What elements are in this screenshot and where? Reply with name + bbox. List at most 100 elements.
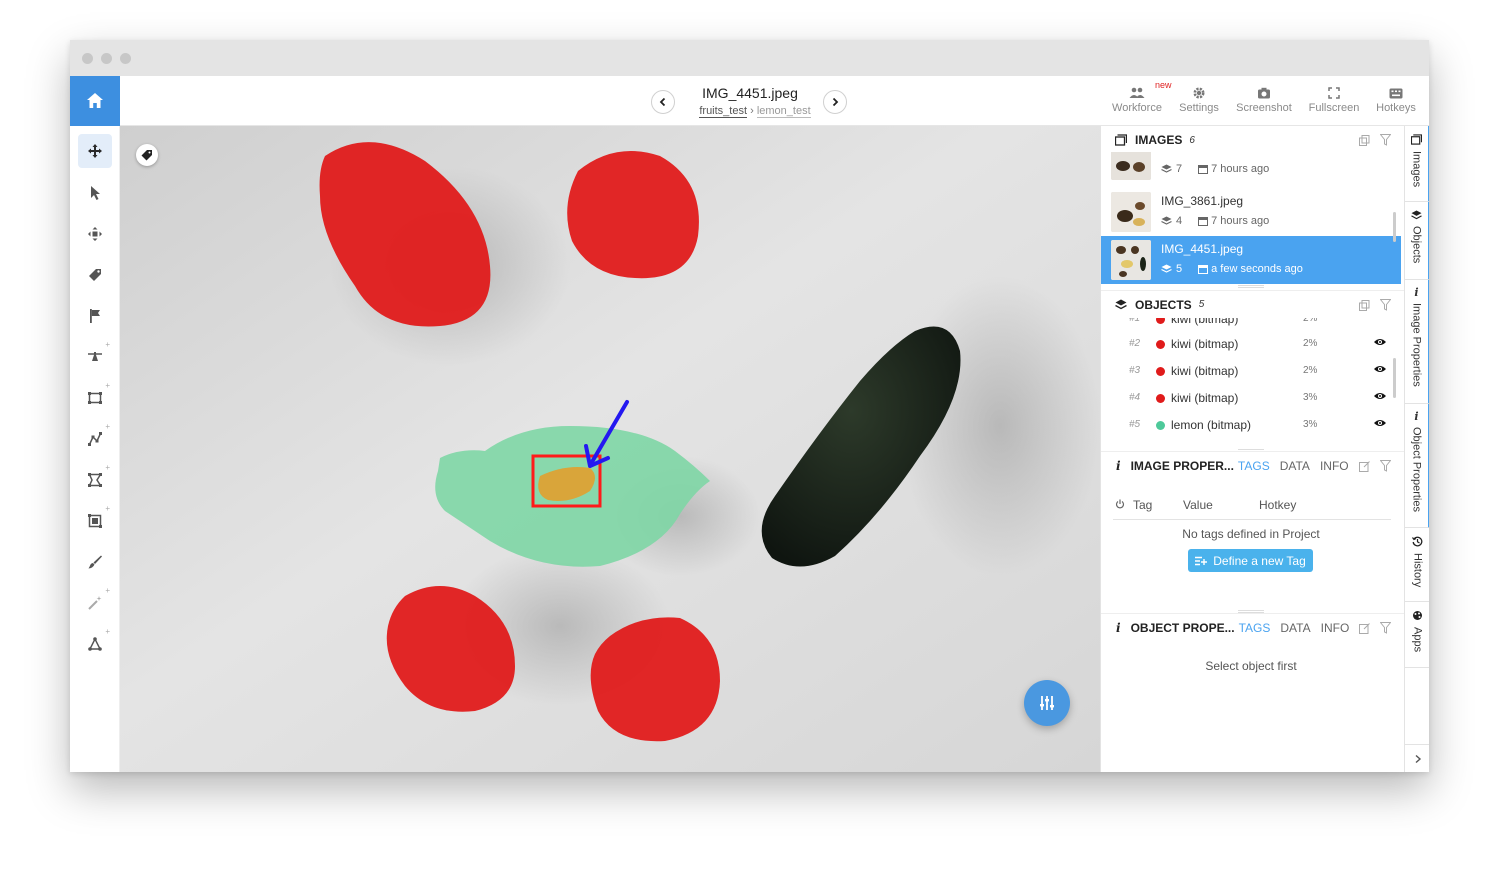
adjust-settings-button[interactable]: [1024, 680, 1070, 726]
copy-icon[interactable]: [1359, 300, 1370, 311]
collapse-panel-button[interactable]: [1405, 744, 1429, 772]
image-list-item[interactable]: 7 7 hours ago: [1101, 152, 1401, 184]
class-color-dot: [1156, 421, 1165, 430]
object-count: 5: [1176, 263, 1183, 275]
side-tab-objects[interactable]: Objects: [1405, 202, 1429, 280]
object-list-item[interactable]: #2 kiwi (bitmap) 2%: [1101, 331, 1401, 357]
keyboard-icon: [1389, 88, 1403, 98]
tab-tags[interactable]: TAGS: [1238, 459, 1270, 473]
side-tab-images[interactable]: Images: [1405, 126, 1429, 202]
side-tab-history[interactable]: History: [1405, 528, 1429, 602]
object-list-item[interactable]: #4 kiwi (bitmap) 3%: [1101, 385, 1401, 411]
polygon-icon: [88, 473, 102, 487]
visibility-eye-icon[interactable]: [1373, 418, 1387, 428]
tab-data[interactable]: DATA: [1280, 459, 1310, 473]
object-properties-header: i OBJECT PROPE... TAGS DATA INFO: [1101, 613, 1404, 641]
object-list-item[interactable]: #5 lemon (bitmap) 3%: [1101, 412, 1401, 438]
visibility-eye-icon[interactable]: [1373, 391, 1387, 401]
select-tool[interactable]: [78, 176, 112, 210]
drag-tool[interactable]: [78, 217, 112, 251]
tab-data[interactable]: DATA: [1280, 621, 1310, 635]
brush-tool[interactable]: [78, 545, 112, 579]
object-area: 3%: [1303, 392, 1318, 403]
workforce-button[interactable]: new Workforce: [1111, 80, 1171, 120]
graph-tool[interactable]: +: [78, 627, 112, 661]
tab-info[interactable]: INFO: [1320, 459, 1349, 473]
filter-icon[interactable]: [1380, 134, 1391, 146]
pan-tool[interactable]: [78, 134, 112, 168]
rectangle-tool[interactable]: +: [78, 381, 112, 415]
polygon-tool[interactable]: +: [78, 463, 112, 497]
window-titlebar: [70, 40, 1429, 76]
flag-icon: [90, 309, 100, 323]
layers-icon: [1161, 216, 1172, 225]
object-label: lemon (bitmap): [1171, 418, 1252, 432]
image-properties-header: i IMAGE PROPER... TAGS DATA INFO: [1101, 451, 1404, 479]
edit-icon[interactable]: [1359, 623, 1370, 634]
tab-tags[interactable]: TAGS: [1239, 621, 1271, 635]
visibility-eye-icon[interactable]: [1373, 364, 1387, 374]
home-button[interactable]: [70, 76, 120, 126]
side-tab-image-properties[interactable]: i Image Properties: [1405, 280, 1429, 404]
object-label: kiwi (bitmap): [1171, 364, 1239, 378]
breadcrumb-project[interactable]: fruits_test: [699, 105, 748, 118]
new-badge: new: [1155, 80, 1172, 90]
polyline-tool[interactable]: +: [78, 422, 112, 456]
kiwi-mask-4[interactable]: [590, 617, 720, 742]
fullscreen-icon: [1328, 87, 1340, 99]
filter-icon[interactable]: [1380, 299, 1391, 311]
visibility-eye-icon[interactable]: [1373, 337, 1387, 347]
objects-scrollbar[interactable]: [1393, 358, 1396, 398]
labeling-app: IMG_4451.jpeg fruits_test › lemon_test n…: [70, 76, 1429, 772]
image-meta: 5 a few seconds ago: [1161, 263, 1303, 275]
screenshot-button[interactable]: Screenshot: [1234, 84, 1294, 120]
chevron-right-icon: [832, 97, 839, 107]
fullscreen-button[interactable]: Fullscreen: [1307, 84, 1361, 120]
filter-icon[interactable]: [1380, 622, 1391, 634]
image-filename: IMG_4451.jpeg: [702, 85, 798, 101]
objects-section-header: OBJECTS 5: [1101, 290, 1404, 318]
bitmap-tool[interactable]: +: [78, 504, 112, 538]
side-tab-apps[interactable]: Apps: [1405, 602, 1429, 668]
object-list-item[interactable]: #3 kiwi (bitmap) 2%: [1101, 358, 1401, 384]
images-scrollbar[interactable]: [1393, 212, 1396, 242]
flag-tool[interactable]: [78, 299, 112, 333]
side-tab-label: Objects: [1410, 226, 1423, 264]
class-color-dot: [1156, 394, 1165, 403]
settings-button[interactable]: Settings: [1177, 84, 1221, 120]
annotated-photo[interactable]: [120, 126, 1100, 772]
graph-icon: [88, 637, 102, 651]
next-image-button[interactable]: [823, 90, 847, 114]
previous-image-button[interactable]: [651, 90, 675, 114]
rectangle-icon: [88, 392, 102, 404]
object-number: #4: [1129, 392, 1141, 403]
image-list-item-selected[interactable]: IMG_4451.jpeg 5 a few seconds ago: [1101, 236, 1401, 284]
canvas-tag-button[interactable]: [136, 144, 158, 166]
breadcrumb-dataset[interactable]: lemon_test: [756, 105, 811, 118]
window-minimize-dot[interactable]: [101, 53, 112, 64]
tab-info[interactable]: INFO: [1321, 621, 1350, 635]
class-color-dot: [1156, 340, 1165, 349]
side-tab-object-properties[interactable]: i Object Properties: [1405, 404, 1429, 528]
resize-handle[interactable]: [1238, 285, 1264, 288]
object-list-item[interactable]: #1 kiwi (bitmap) 2%: [1101, 318, 1401, 332]
image-time: 7 hours ago: [1211, 215, 1270, 227]
point-tool[interactable]: +: [78, 340, 112, 374]
camera-icon: [1258, 87, 1270, 99]
magic-wand-tool[interactable]: +: [78, 586, 112, 620]
define-tag-button[interactable]: Define a new Tag: [1188, 549, 1313, 572]
copy-icon[interactable]: [1359, 135, 1370, 146]
edit-icon[interactable]: [1359, 461, 1370, 472]
window-maximize-dot[interactable]: [120, 53, 131, 64]
tag-tool[interactable]: [78, 258, 112, 292]
object-number: #2: [1129, 338, 1141, 349]
image-list-item[interactable]: IMG_3861.jpeg 4 7 hours ago: [1101, 188, 1401, 236]
side-tabs: Images Objects i Image Properties i Obje…: [1404, 126, 1429, 772]
image-properties-title: IMAGE PROPER...: [1130, 458, 1234, 473]
filter-icon[interactable]: [1380, 460, 1391, 472]
workforce-label: Workforce: [1112, 102, 1162, 114]
images-count: 6: [1189, 134, 1195, 146]
hotkeys-button[interactable]: Hotkeys: [1373, 84, 1419, 120]
image-canvas[interactable]: [120, 126, 1100, 772]
window-close-dot[interactable]: [82, 53, 93, 64]
